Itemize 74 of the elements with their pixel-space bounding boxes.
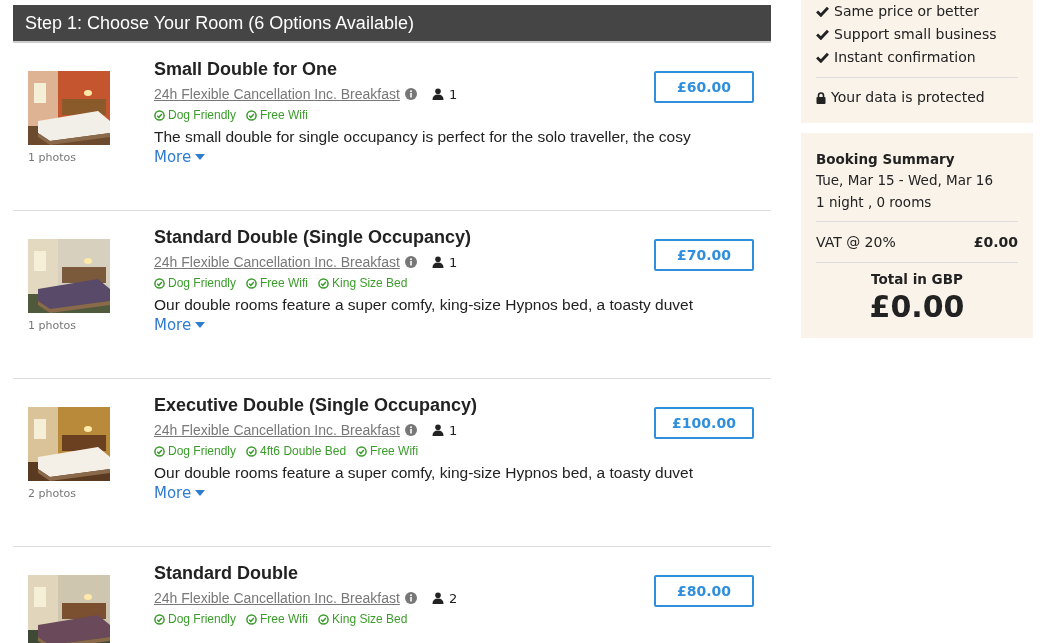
- total-amount: £0.00: [868, 289, 966, 324]
- guest-count: 1: [448, 422, 458, 438]
- more-link[interactable]: More: [154, 148, 206, 166]
- room-description: Our double rooms feature a super comfy, king-size Hypnos bed, a toasty duvet: [154, 296, 695, 314]
- check-circle-icon: [246, 613, 258, 625]
- check-circle-icon: [154, 277, 165, 289]
- person-icon: [431, 88, 444, 100]
- feature-label: King Size Bed: [332, 276, 408, 290]
- check-circle-icon: [246, 445, 258, 457]
- feature-label: Dog Friendly: [168, 444, 237, 458]
- rate-link[interactable]: 24h Flexible Cancellation Inc. Breakfast: [154, 422, 400, 438]
- price-button[interactable]: £70.00: [654, 239, 754, 271]
- checkmark-icon: [816, 52, 829, 63]
- vat-label: VAT @ 20%: [816, 234, 896, 250]
- room-title: Standard Double (Single Occupancy): [154, 227, 472, 248]
- feature-label: Free Wifi: [260, 276, 309, 290]
- room-description: The small double for single occupancy is perfect for the solo traveller, the cosy: [154, 128, 692, 146]
- guest-count: 1: [448, 86, 458, 102]
- price-button[interactable]: £100.00: [654, 407, 754, 439]
- vat-value: £0.00: [973, 234, 1018, 250]
- total-label: Total in GBP: [870, 271, 964, 287]
- caret-icon: [195, 490, 206, 496]
- person-icon: [431, 256, 444, 268]
- price-button[interactable]: £80.00: [654, 575, 754, 607]
- benefit-text: Instant confirmation: [834, 48, 976, 67]
- room-title: Standard Double: [154, 563, 299, 584]
- info-icon[interactable]: [404, 424, 417, 436]
- checkmark-icon: [816, 6, 829, 17]
- summary-title: Booking Summary: [816, 150, 956, 169]
- more-link[interactable]: More: [154, 316, 206, 334]
- check-circle-icon: [318, 277, 330, 289]
- stay-length: 1 night , 0 rooms: [816, 193, 933, 212]
- price-button[interactable]: £60.00: [654, 71, 754, 103]
- more-link[interactable]: More: [154, 484, 206, 502]
- info-icon[interactable]: [404, 592, 417, 604]
- photo-count: 1 photos: [28, 151, 77, 164]
- check-circle-icon: [154, 445, 165, 457]
- protected-note: Your data is protected: [831, 88, 985, 107]
- feature-label: Dog Friendly: [168, 612, 237, 626]
- guest-count: 2: [448, 590, 458, 606]
- feature-label: King Size Bed: [332, 612, 408, 626]
- check-circle-icon: [246, 277, 258, 289]
- check-circle-icon: [154, 613, 165, 625]
- rate-link[interactable]: 24h Flexible Cancellation Inc. Breakfast: [154, 254, 400, 270]
- rate-link[interactable]: 24h Flexible Cancellation Inc. Breakfast: [154, 590, 400, 606]
- room-title: Executive Double (Single Occupancy): [154, 395, 478, 416]
- feature-label: Free Wifi: [260, 612, 309, 626]
- info-icon[interactable]: [404, 256, 417, 268]
- feature-label: Free Wifi: [370, 444, 419, 458]
- feature-label: 4ft6 Double Bed: [260, 444, 347, 458]
- check-circle-icon: [246, 109, 258, 121]
- feature-label: Dog Friendly: [168, 276, 237, 290]
- room-description: Our double rooms feature a super comfy, king-size Hypnos bed, a toasty duvet: [154, 464, 695, 482]
- feature-label: Free Wifi: [260, 108, 309, 122]
- caret-icon: [195, 322, 206, 328]
- room-title: Small Double for One: [154, 59, 339, 80]
- caret-icon: [195, 154, 206, 160]
- photo-count: 1 photos: [28, 319, 77, 332]
- lock-icon: [816, 91, 826, 104]
- person-icon: [431, 424, 444, 436]
- check-circle-icon: [318, 613, 330, 625]
- person-icon: [431, 592, 444, 604]
- checkmark-icon: [816, 29, 829, 40]
- check-circle-icon: [356, 445, 368, 457]
- rate-link[interactable]: 24h Flexible Cancellation Inc. Breakfast: [154, 86, 400, 102]
- check-circle-icon: [154, 109, 165, 121]
- step-header: Step 1: Choose Your Room (6 Options Available): [13, 5, 771, 43]
- benefit-text: Same price or better: [834, 2, 980, 21]
- photo-count: 2 photos: [28, 487, 77, 500]
- benefit-text: Support small business: [834, 25, 997, 44]
- info-icon[interactable]: [404, 88, 417, 100]
- stay-dates: Tue, Mar 15 - Wed, Mar 16: [816, 171, 994, 190]
- guest-count: 1: [448, 254, 458, 270]
- feature-label: Dog Friendly: [168, 108, 237, 122]
